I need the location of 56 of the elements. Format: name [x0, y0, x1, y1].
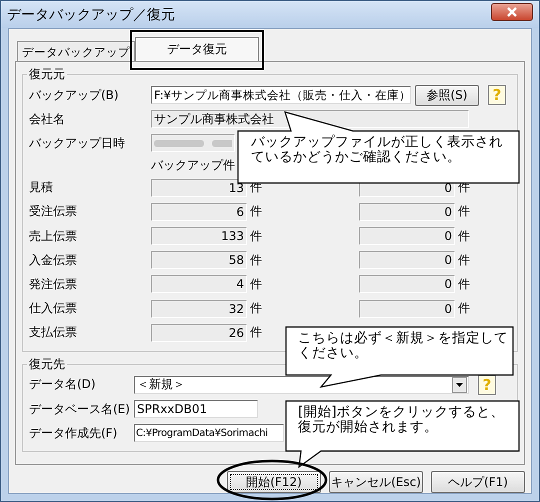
unit-label: 件 [249, 203, 263, 220]
unit-label: 件 [249, 324, 263, 342]
field-label: 発注伝票 [29, 276, 78, 293]
field-label: データ作成先(F) [29, 424, 118, 442]
path-field[interactable]: C:¥ProgramData¥Sorimachi [134, 424, 284, 442]
tab[interactable]: データバックアップ [17, 41, 135, 61]
unit-label: 件 [457, 203, 471, 220]
dialog-button[interactable]: キャンセル(Esc) [329, 471, 423, 493]
field-label: 会社名 [29, 110, 66, 128]
unit-label: 件 [457, 228, 471, 245]
unit-label: 件 [249, 228, 263, 245]
field-label: 仕入伝票 [29, 300, 78, 318]
count-field: 26 [151, 324, 247, 342]
close-icon [506, 6, 518, 16]
column-header: バックアップ件 [151, 157, 235, 174]
count-field: 133 [151, 227, 247, 246]
callout-text: [開始]ボタンをクリックすると、復元が開始されます。 [298, 405, 506, 435]
data-name-dropdown[interactable]: ＜新規＞ [134, 376, 469, 394]
count-field: 0 [359, 202, 455, 221]
unit-label: 件 [457, 252, 471, 269]
group-title: 復元元 [28, 66, 66, 83]
count-field: 4 [151, 275, 247, 294]
close-button[interactable] [491, 2, 533, 20]
unit-label: 件 [249, 300, 263, 318]
database-name-field[interactable]: SPRxxDB01 [134, 400, 258, 418]
browse-button[interactable]: 参照(S) [415, 84, 479, 106]
field-label: 受注伝票 [29, 203, 78, 220]
count-field: 13 [151, 178, 247, 197]
count-field: 6 [151, 202, 247, 221]
count-field: 0 [359, 300, 455, 318]
tab[interactable]: データ復元 [135, 37, 259, 61]
field-label: 見積 [29, 179, 54, 196]
field-label: データ名(D) [29, 376, 97, 394]
window-title: データバックアップ／復元 [7, 6, 175, 24]
field-label: 入金伝票 [29, 252, 78, 269]
unit-label: 件 [457, 300, 471, 318]
dialog-button[interactable]: 開始(F12) [227, 471, 321, 493]
unit-label: 件 [249, 252, 263, 269]
field-label: データベース名(E) [29, 400, 131, 418]
count-field: 32 [151, 300, 247, 318]
group-title: 復元先 [28, 356, 66, 373]
company-name-field: サンプル商事株式会社 [151, 110, 469, 128]
field-label: バックアップ(B) [29, 86, 120, 104]
backup-path-field[interactable]: F:¥サンプル商事株式会社（販売・仕入・在庫） [151, 86, 411, 104]
field-label: 売上伝票 [29, 228, 78, 245]
dialog-button[interactable]: ヘルプ(F1) [431, 471, 525, 493]
count-field: 0 [359, 275, 455, 294]
count-field: 58 [151, 251, 247, 270]
callout-text: こちらは必ず＜新規＞を指定してください。 [298, 331, 508, 361]
count-field: 0 [359, 227, 455, 246]
count-field: 0 [359, 251, 455, 270]
callout-text: バックアップファイルが正しく表示されているかどうかご確認ください。 [251, 135, 504, 165]
field-label: バックアップ日時 [29, 134, 126, 152]
field-label: 支払伝票 [29, 324, 78, 342]
unit-label: 件 [249, 276, 263, 293]
unit-label: 件 [457, 276, 471, 293]
